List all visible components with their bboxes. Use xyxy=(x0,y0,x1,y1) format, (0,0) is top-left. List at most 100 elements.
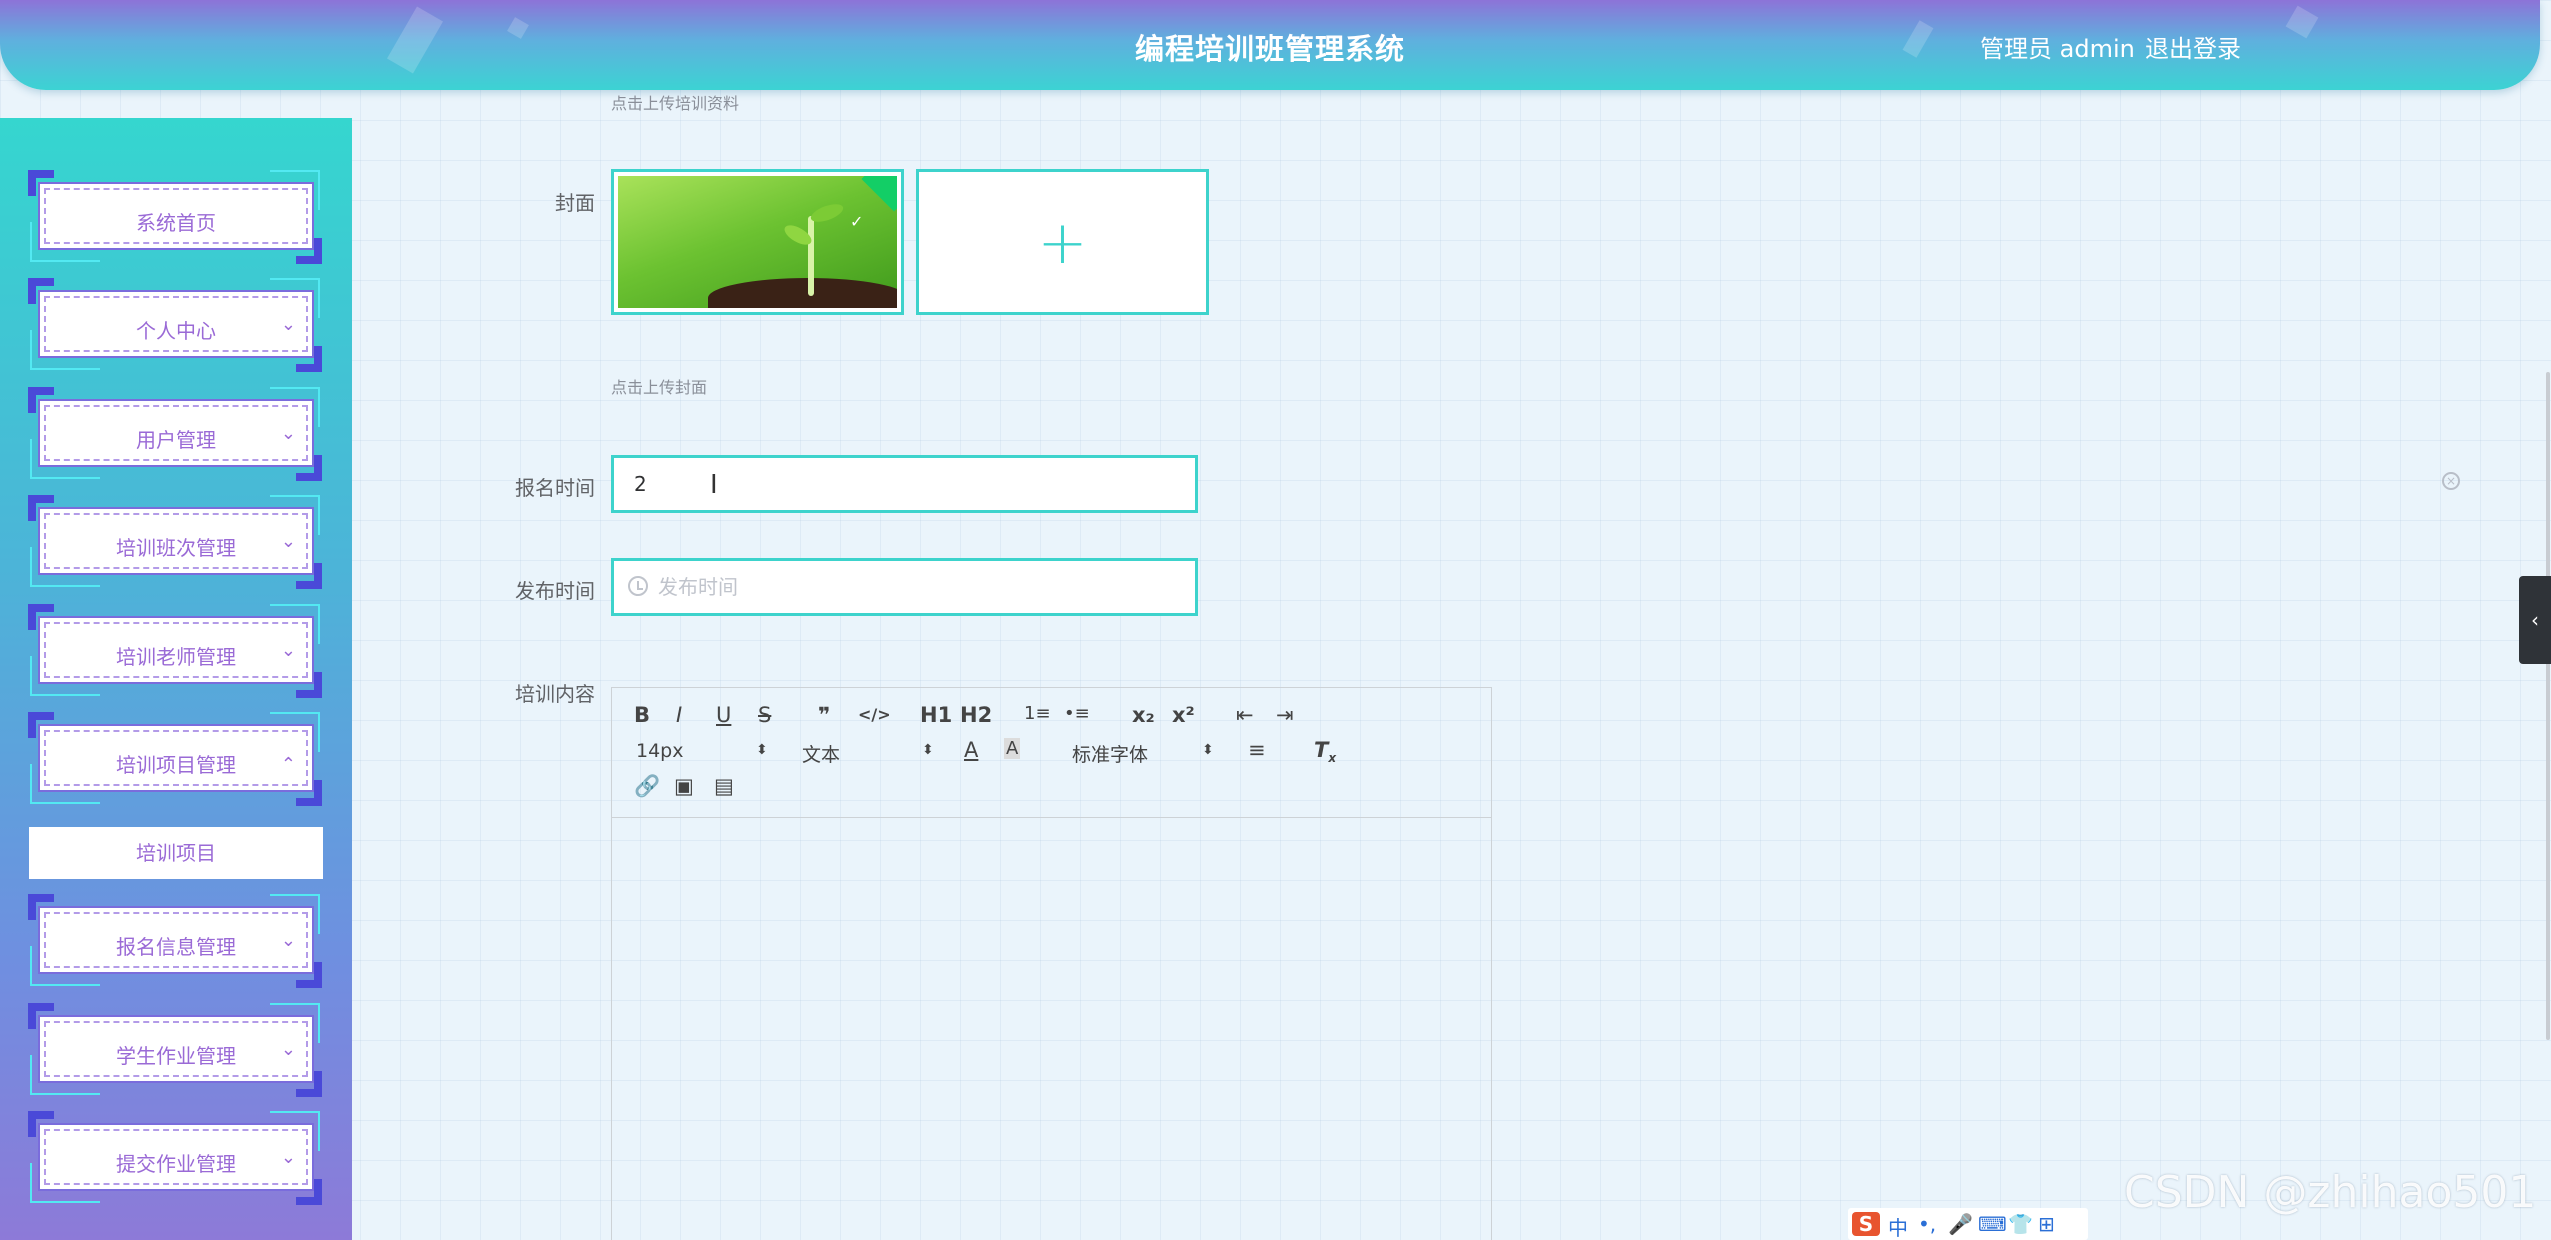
sidebar-item-label: 提交作业管理 xyxy=(116,1152,236,1176)
content-label: 培训内容 xyxy=(515,682,595,706)
indent-button[interactable]: ⇥ xyxy=(1276,703,1294,727)
font-family-select[interactable]: 标准字体 ⬍ xyxy=(1072,740,1214,767)
sidebar-item-label: 培训老师管理 xyxy=(116,645,236,669)
signup-time-field[interactable] xyxy=(611,455,1198,513)
image-icon[interactable]: ▣ xyxy=(674,774,694,798)
chevron-down-icon: ⌄ xyxy=(280,930,296,951)
punctuation-icon[interactable]: •, xyxy=(1918,1212,1936,1236)
font-size-select[interactable]: 14px ⬍ xyxy=(636,740,768,762)
cover-thumbnail[interactable]: ✓ xyxy=(611,169,904,315)
code-block-button[interactable]: </> xyxy=(858,705,891,724)
heading1-button[interactable]: H1 xyxy=(920,703,952,727)
sidebar-item-signup-management[interactable]: 报名信息管理 ⌄ xyxy=(28,894,322,988)
clear-icon[interactable]: × xyxy=(2442,472,2460,490)
page-scrollbar[interactable] xyxy=(2546,372,2550,1040)
publish-time-input[interactable] xyxy=(658,561,1178,613)
menu-box: 个人中心 ⌄ xyxy=(38,290,314,358)
ordered-list-button[interactable]: 1≡ xyxy=(1024,703,1051,724)
menu-box: 用户管理 ⌄ xyxy=(38,399,314,467)
rich-text-editor[interactable]: B I U S ❞ </> H1 H2 1≡ •≡ x₂ x² ⇤ ⇥ 14px… xyxy=(611,687,1492,1240)
block-type-value: 文本 xyxy=(802,744,841,766)
clear-format-button[interactable]: Tx xyxy=(1314,738,1336,765)
menu-box: 培训班次管理 ⌄ xyxy=(38,507,314,575)
chevron-down-icon: ⌄ xyxy=(280,1039,296,1060)
sidebar-item-home[interactable]: 系统首页 xyxy=(28,170,322,264)
align-button[interactable]: ≡ xyxy=(1248,738,1266,762)
video-icon[interactable]: ▤ xyxy=(714,774,734,798)
image-soil xyxy=(708,278,897,308)
sidebar-item-label: 报名信息管理 xyxy=(116,935,236,959)
sidebar-item-personal-center[interactable]: 个人中心 ⌄ xyxy=(28,278,322,372)
menu-box: 培训老师管理 ⌄ xyxy=(38,616,314,684)
bold-button[interactable]: B xyxy=(634,703,650,727)
sidebar-item-submission-management[interactable]: 提交作业管理 ⌄ xyxy=(28,1111,322,1205)
select-arrows-icon: ⬍ xyxy=(756,742,768,758)
publish-time-field[interactable] xyxy=(611,558,1198,616)
underline-button[interactable]: U xyxy=(716,703,731,727)
sidebar-item-label: 用户管理 xyxy=(136,428,216,452)
blockquote-button[interactable]: ❞ xyxy=(818,703,830,727)
submenu-item-training-project[interactable]: 培训项目 xyxy=(29,827,323,879)
sidebar-item-label: 学生作业管理 xyxy=(116,1044,236,1068)
chevron-down-icon: ⌄ xyxy=(280,531,296,552)
subscript-button[interactable]: x₂ xyxy=(1132,703,1155,727)
upload-material-tip: 点击上传培训资料 xyxy=(611,94,740,113)
text-cursor-icon: I xyxy=(710,470,718,500)
image-stem xyxy=(808,216,814,296)
cover-upload-button[interactable]: + xyxy=(916,169,1209,315)
signup-time-label: 报名时间 xyxy=(515,476,595,500)
editor-toolbar: B I U S ❞ </> H1 H2 1≡ •≡ x₂ x² ⇤ ⇥ 14px… xyxy=(612,688,1491,818)
sidebar-item-label: 个人中心 xyxy=(136,319,216,343)
outdent-button[interactable]: ⇤ xyxy=(1236,703,1254,727)
font-family-value: 标准字体 xyxy=(1072,744,1149,766)
clock-icon xyxy=(628,576,648,596)
sogou-logo-icon: S xyxy=(1852,1212,1880,1236)
skin-icon[interactable]: 👕 xyxy=(2008,1212,2033,1236)
seedling-image xyxy=(618,176,897,308)
chevron-down-icon: ⌄ xyxy=(280,640,296,661)
ime-toolbar[interactable]: S 中 •, 🎤 ⌨ 👕 ⊞ xyxy=(1848,1208,2088,1240)
bullet-list-button[interactable]: •≡ xyxy=(1064,703,1090,724)
menu-box: 学生作业管理 ⌄ xyxy=(38,1015,314,1083)
keyboard-icon[interactable]: ⌨ xyxy=(1978,1212,2007,1236)
ime-mode-label[interactable]: 中 xyxy=(1888,1212,1908,1240)
background-color-button[interactable]: A xyxy=(1004,738,1021,759)
success-badge xyxy=(861,176,897,212)
top-header: 编程培训班管理系统 管理员 admin 退出登录 xyxy=(0,0,2540,90)
sidebar-item-user-management[interactable]: 用户管理 ⌄ xyxy=(28,387,322,481)
chevron-left-icon[interactable]: ‹ xyxy=(2519,576,2551,664)
sidebar-item-label: 培训班次管理 xyxy=(116,536,236,560)
heading2-button[interactable]: H2 xyxy=(960,703,992,727)
menu-box: 培训项目管理 ⌃ xyxy=(38,724,314,792)
watermark: CSDN @zhihao501 xyxy=(2124,1167,2537,1218)
menu-box: 系统首页 xyxy=(38,182,314,250)
sidebar-item-class-session-management[interactable]: 培训班次管理 ⌄ xyxy=(28,495,322,589)
cover-label: 封面 xyxy=(555,191,595,215)
sidebar-item-project-management[interactable]: 培训项目管理 ⌃ xyxy=(28,712,322,806)
select-arrows-icon: ⬍ xyxy=(1202,742,1214,758)
font-color-button[interactable]: A xyxy=(964,738,978,762)
chevron-down-icon: ⌄ xyxy=(280,1147,296,1168)
font-size-value: 14px xyxy=(636,740,684,762)
sidebar-item-teacher-management[interactable]: 培训老师管理 ⌄ xyxy=(28,604,322,698)
italic-button[interactable]: I xyxy=(676,703,682,727)
link-icon[interactable]: 🔗 xyxy=(634,774,660,799)
current-user: 管理员 admin xyxy=(1980,35,2135,63)
plus-icon: + xyxy=(1037,208,1088,278)
apps-icon[interactable]: ⊞ xyxy=(2038,1212,2055,1236)
check-icon: ✓ xyxy=(850,212,864,231)
chevron-down-icon: ⌄ xyxy=(280,314,296,335)
sidebar-item-label: 系统首页 xyxy=(136,211,216,235)
microphone-icon[interactable]: 🎤 xyxy=(1948,1212,1973,1236)
upload-cover-tip: 点击上传封面 xyxy=(611,378,708,397)
superscript-button[interactable]: x² xyxy=(1172,703,1195,727)
strike-button[interactable]: S xyxy=(758,703,771,727)
sidebar-item-homework-management[interactable]: 学生作业管理 ⌄ xyxy=(28,1003,322,1097)
block-type-select[interactable]: 文本 ⬍ xyxy=(802,740,934,767)
chevron-up-icon: ⌃ xyxy=(280,754,296,775)
publish-time-label: 发布时间 xyxy=(515,579,595,603)
menu-box: 提交作业管理 ⌄ xyxy=(38,1123,314,1191)
logout-link[interactable]: 退出登录 xyxy=(2145,29,2241,64)
select-arrows-icon: ⬍ xyxy=(922,742,934,758)
chevron-down-icon: ⌄ xyxy=(280,423,296,444)
